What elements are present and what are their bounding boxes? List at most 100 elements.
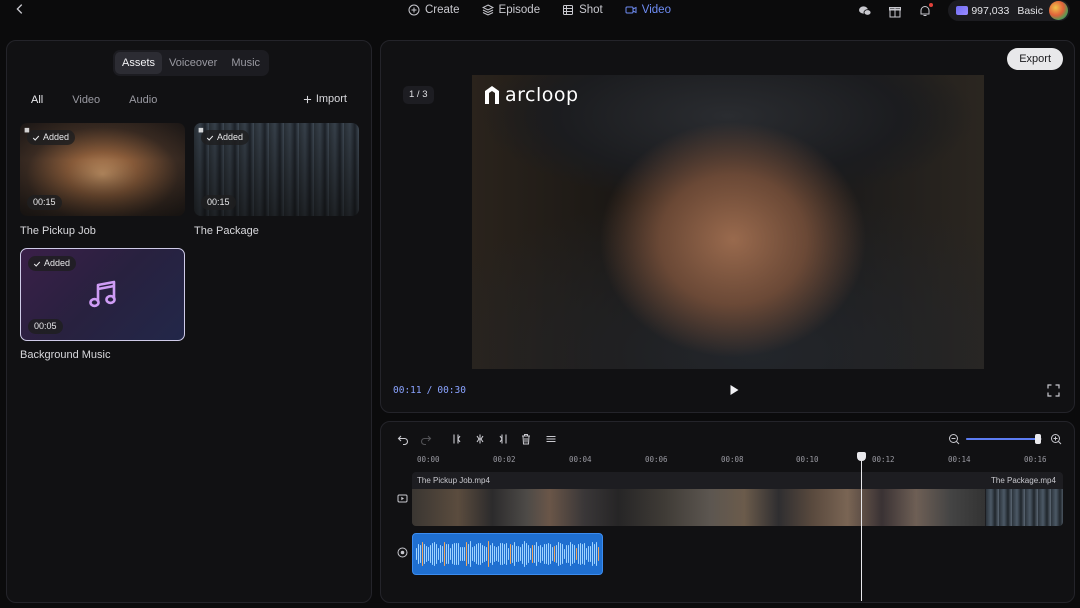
nav-label: Shot [579, 4, 603, 16]
trash-icon[interactable] [520, 433, 532, 445]
waveform-bar [576, 547, 577, 561]
export-button[interactable]: Export [1007, 48, 1063, 70]
asset-name: Background Music [20, 349, 111, 361]
ruler-tick: 00:14 [948, 455, 971, 464]
clip-label: The Package.mp4 [991, 476, 1056, 485]
waveform-bar [550, 544, 551, 564]
waveform-bar [456, 543, 457, 565]
redo-icon[interactable] [420, 433, 432, 446]
waveform-bar [538, 545, 539, 563]
video-preview[interactable]: arcloop [472, 75, 984, 369]
import-button[interactable]: Import [303, 93, 347, 105]
waveform-bar [462, 546, 463, 562]
zoom-out-icon[interactable] [948, 433, 960, 445]
waveform-bar [526, 543, 527, 565]
waveform-bar [432, 542, 433, 566]
waveform-bar [556, 545, 557, 563]
waveform-bar [524, 541, 525, 567]
waveform-bar [552, 546, 553, 562]
waveform-bar [470, 541, 471, 567]
waveform-bar [578, 543, 579, 565]
clip-thumbnails [986, 489, 1063, 526]
waveform-bar [518, 546, 519, 562]
gift-icon[interactable] [888, 4, 902, 18]
asset-card-background-music[interactable]: Added 00:05 [20, 248, 185, 341]
playhead[interactable] [857, 452, 866, 601]
waveform-bar [566, 545, 567, 563]
waveform-bar [544, 544, 545, 564]
zoom-slider-fill [966, 438, 1039, 440]
align-icon[interactable] [545, 433, 557, 445]
waveform-bar [436, 543, 437, 565]
zoom-slider-thumb[interactable] [1035, 434, 1042, 444]
waveform-bar [572, 543, 573, 565]
ruler-tick: 00:16 [1024, 455, 1047, 464]
split-right-icon[interactable] [497, 433, 509, 445]
waveform-bar [516, 545, 517, 563]
waveform-bar [574, 545, 575, 563]
split-left-icon[interactable] [451, 433, 463, 445]
waveform-bar [520, 547, 521, 561]
waveform-bar [428, 547, 429, 561]
waveform-bar [536, 542, 537, 566]
filter-video[interactable]: Video [72, 94, 100, 106]
filter-all[interactable]: All [31, 94, 43, 106]
account-chip[interactable]: 997,033 Basic [948, 0, 1070, 21]
waveform-bar [548, 542, 549, 566]
video-clip[interactable]: The Pickup Job.mp4 [412, 472, 985, 526]
waveform-bar [434, 541, 435, 567]
bell-icon[interactable] [918, 2, 934, 18]
undo-icon[interactable] [397, 433, 409, 446]
waveform-bar [504, 544, 505, 564]
timeline-toolbar [397, 433, 568, 446]
zoom-slider[interactable] [966, 434, 1042, 444]
watermark-logo: arcloop [483, 84, 579, 106]
nav-item-episode[interactable]: Episode [481, 2, 540, 18]
waveform-bar [530, 548, 531, 560]
assets-panel: Assets Voiceover Music All Video Audio I… [6, 40, 372, 603]
nav-item-video[interactable]: Video [625, 2, 671, 18]
logo-text: arcloop [505, 84, 579, 106]
time-ruler[interactable]: 00:00 00:02 00:04 00:06 00:08 00:10 00:1… [381, 455, 1074, 467]
current-time: 00:11 [393, 385, 422, 396]
playhead-handle[interactable] [857, 452, 866, 461]
video-clip[interactable]: The Package.mp4 [986, 472, 1063, 526]
fullscreen-icon[interactable] [1047, 384, 1060, 397]
nav-item-shot[interactable]: Shot [562, 2, 603, 18]
zoom-in-icon[interactable] [1050, 433, 1062, 445]
waveform-bar [454, 543, 455, 565]
split-icon[interactable] [474, 433, 486, 445]
waveform-bar [424, 544, 425, 564]
preview-panel: Export 1 / 3 arcloop 00:11/00:30 [380, 40, 1075, 413]
filter-audio[interactable]: Audio [129, 94, 157, 106]
back-chevron-icon[interactable] [12, 2, 28, 18]
waveform-bar [558, 542, 559, 566]
tab-music[interactable]: Music [224, 52, 267, 74]
waveform-bar [592, 542, 593, 566]
zoom-control [948, 433, 1062, 445]
asset-card-package[interactable]: ◼ Added 00:15 [194, 123, 359, 216]
waveform-bar [560, 542, 561, 566]
ruler-tick: 00:04 [569, 455, 592, 464]
play-icon[interactable] [727, 383, 741, 397]
waveform-bar [496, 547, 497, 561]
chat-icon[interactable] [858, 4, 872, 18]
nav-item-create[interactable]: Create [408, 2, 460, 18]
tab-assets[interactable]: Assets [115, 52, 163, 74]
clip-thumbnails [412, 489, 985, 526]
waveform-bar [472, 547, 473, 561]
waveform-bar [482, 545, 483, 563]
avatar[interactable] [1049, 1, 1068, 20]
waveform-bar [448, 544, 449, 564]
audio-clip[interactable] [412, 533, 603, 575]
time-readout: 00:11/00:30 [393, 385, 466, 396]
asset-name: The Package [194, 225, 259, 237]
waveform-bar [488, 540, 489, 568]
waveform-bar [468, 544, 469, 564]
waveform-bar [458, 543, 459, 565]
asset-card-pickup-job[interactable]: ◼ Added 00:15 [20, 123, 185, 216]
asset-name: The Pickup Job [20, 225, 96, 237]
tab-voiceover[interactable]: Voiceover [162, 52, 224, 74]
waveform-bar [554, 546, 555, 562]
check-icon [206, 135, 214, 141]
